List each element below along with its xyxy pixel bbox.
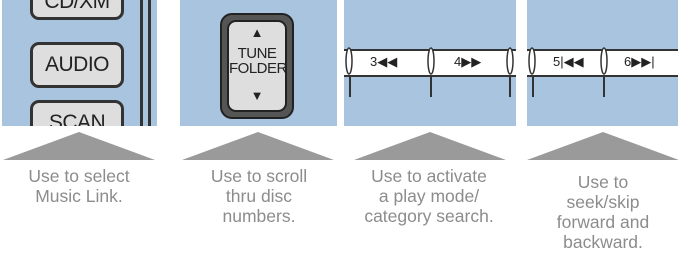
strip-divider (427, 47, 435, 75)
caption-seek-skip: Use to seek/skip forward and backward. (556, 172, 650, 252)
preset-button-strip: 3◀◀ 4▶▶ (344, 47, 516, 97)
caption-scroll-disc: Use to scroll thru disc numbers. (210, 166, 308, 226)
panel-rail (140, 0, 143, 126)
tune-folder-panel: ▲ TUNE FOLDER ▼ (180, 0, 337, 126)
preset-button-strip: 5|◀◀ 6▶▶| (527, 47, 678, 97)
strip-tick (430, 77, 432, 97)
audio-buttons-panel: CD/XM AUDIO SCAN (2, 0, 157, 126)
strip-tick (509, 77, 511, 97)
caption-play-mode: Use to activate a play mode/ category se… (364, 166, 494, 226)
pointer-triangle (354, 132, 506, 160)
strip-divider (345, 47, 353, 75)
caption-music-link: Use to select Music Link. (28, 166, 130, 206)
strip-divider (528, 47, 536, 75)
knob-label-folder: FOLDER (229, 60, 287, 77)
play-mode-panel: 3◀◀ 4▶▶ (344, 0, 516, 126)
strip-tick (532, 77, 534, 97)
preset-3-rewind-button[interactable]: 3◀◀ (370, 54, 397, 70)
panel-rail (148, 0, 151, 126)
strip-divider (506, 47, 514, 75)
cd-xm-button[interactable]: CD/XM (30, 0, 124, 20)
seek-skip-panel: 5|◀◀ 6▶▶| (527, 0, 678, 126)
down-arrow-icon: ▼ (250, 88, 264, 103)
up-arrow-icon: ▲ (250, 25, 264, 40)
strip-tick (349, 77, 351, 97)
knob-label-tune: TUNE (237, 45, 277, 62)
pointer-triangle (527, 132, 678, 160)
pointer-triangle (3, 132, 155, 160)
preset-6-skip-forward-button[interactable]: 6▶▶| (624, 54, 655, 70)
pointer-triangle (182, 132, 334, 160)
preset-4-forward-button[interactable]: 4▶▶ (454, 54, 481, 70)
preset-5-skip-back-button[interactable]: 5|◀◀ (553, 54, 584, 70)
strip-divider (600, 47, 608, 75)
audio-button[interactable]: AUDIO (30, 42, 124, 88)
strip-tick (603, 77, 605, 97)
tune-folder-knob-housing: ▲ TUNE FOLDER ▼ (220, 13, 294, 119)
tune-folder-knob[interactable]: ▲ TUNE FOLDER ▼ (227, 20, 287, 112)
scan-button[interactable]: SCAN (30, 100, 124, 126)
